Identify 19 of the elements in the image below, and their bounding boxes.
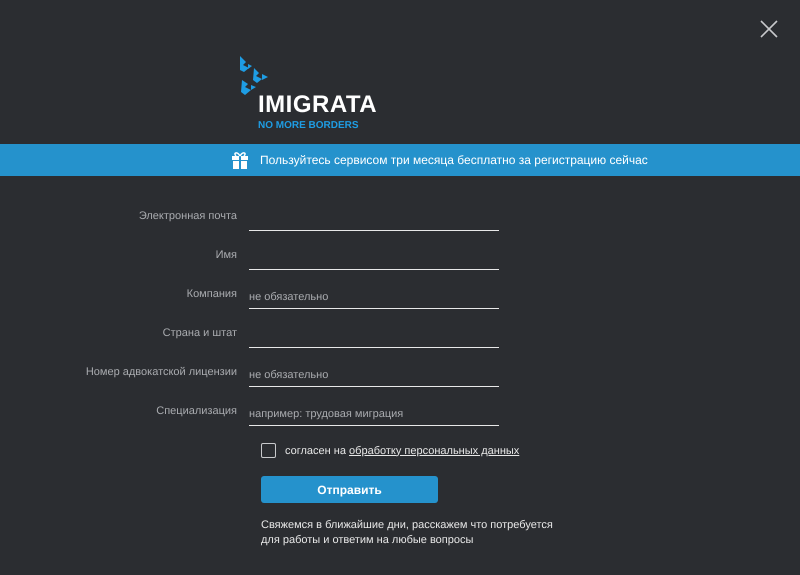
field-label: Имя: [214, 248, 238, 260]
close-icon: [760, 20, 778, 38]
logo-name: IMIGRATA: [258, 92, 378, 118]
checkbox[interactable]: [261, 443, 276, 458]
info-text: Свяжемся в ближайшие дни, расскажем что потребуется для работы и ответим на любые вопросы: [261, 518, 554, 548]
field-label: Страна и штат: [162, 326, 238, 338]
input-field[interactable]: например: трудовая миграция: [249, 403, 499, 426]
consent-link[interactable]: обработку персональных данных: [349, 444, 520, 456]
field-label: Номер адвокатской лицензии: [84, 366, 238, 378]
logo-tagline: NO MORE BORDERS: [258, 120, 359, 131]
input-field[interactable]: не обязательно: [249, 364, 499, 387]
input-field[interactable]: не обязательно: [249, 286, 499, 309]
close-button[interactable]: [760, 20, 778, 38]
field-label: Компания: [186, 288, 238, 300]
field-label: Специализация: [155, 404, 238, 416]
field-label: Электронная почта: [138, 210, 238, 222]
consent-text: согласен на обработку персональных данных: [285, 444, 520, 456]
banner-text: Пользуйтесь сервисом три месяца бесплатно за регистрацию сейчас: [260, 153, 648, 167]
gift-icon: [232, 151, 248, 169]
